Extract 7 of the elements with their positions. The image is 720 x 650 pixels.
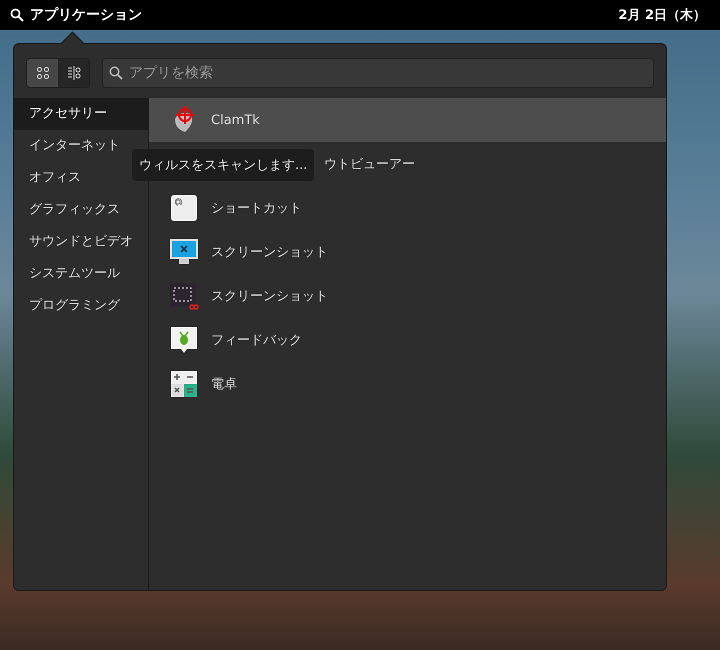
- app-label: スクリーンショット: [211, 288, 328, 305]
- app-label: ClamTk: [211, 112, 260, 128]
- app-label: 電卓: [211, 376, 237, 393]
- app-label: フィードバック: [211, 332, 302, 349]
- app-label: スクリーンショット: [211, 244, 328, 261]
- tooltip: ウィルスをスキャンします...: [132, 149, 314, 181]
- app-label: ショートカット: [211, 200, 302, 217]
